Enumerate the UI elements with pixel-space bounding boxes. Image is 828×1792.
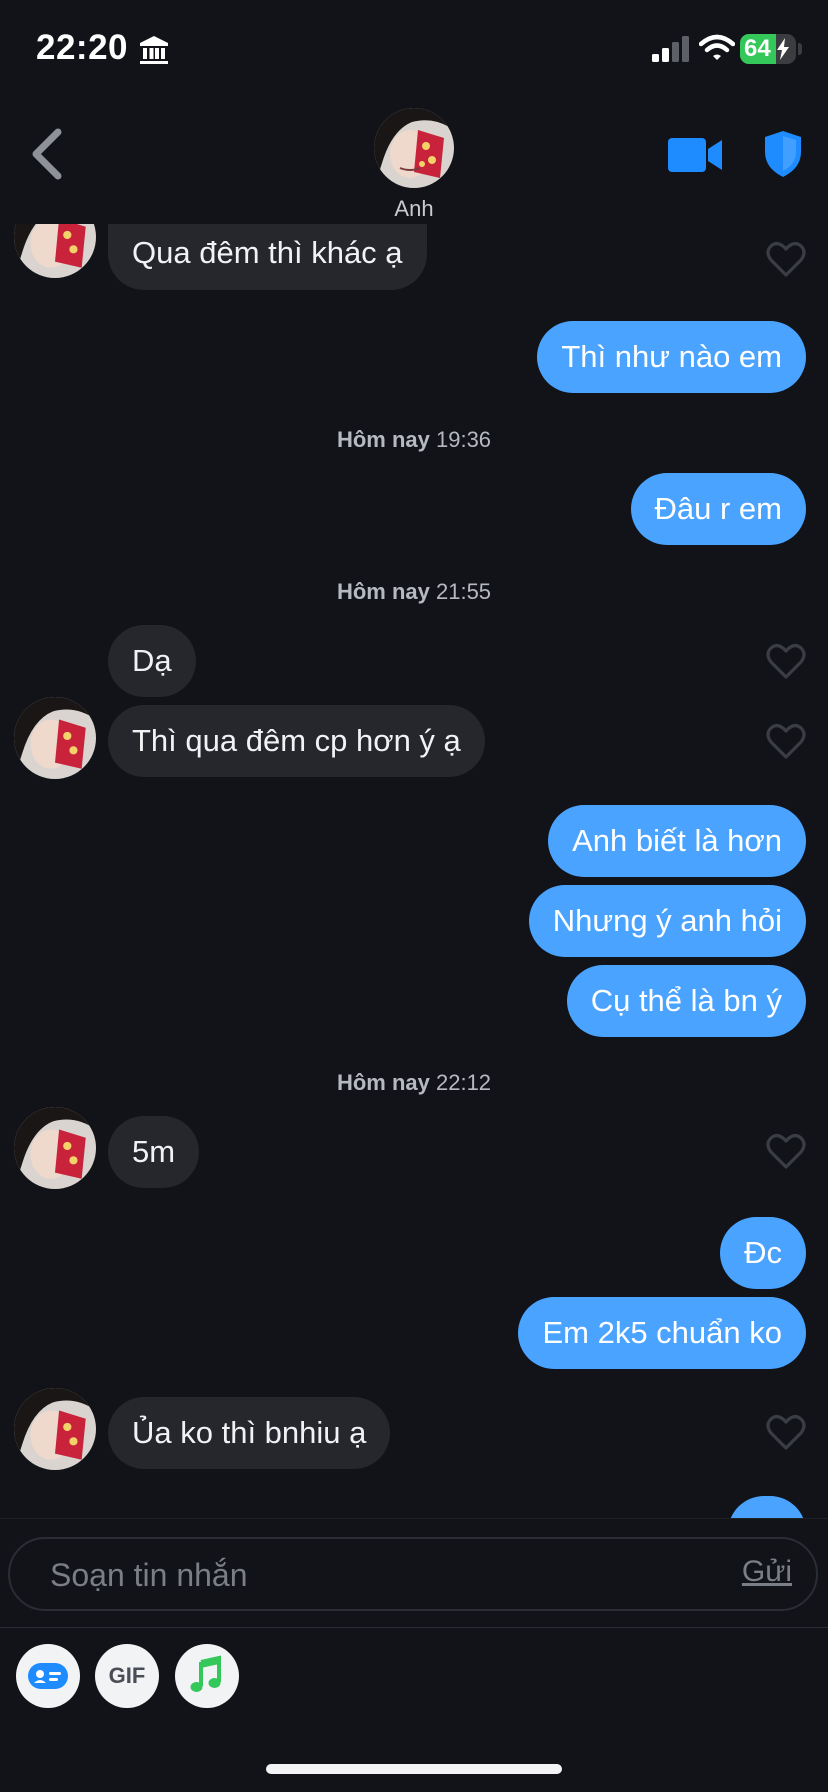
timestamp-divider: Hôm nay 22:12 bbox=[336, 1070, 492, 1095]
message-outgoing-partial[interactable] bbox=[728, 1496, 806, 1518]
message-incoming[interactable]: Qua đêm thì khác ạ bbox=[108, 224, 427, 290]
heart-icon[interactable] bbox=[766, 240, 806, 278]
message-outgoing[interactable]: Cụ thể là bn ý bbox=[566, 965, 806, 1037]
sender-avatar[interactable] bbox=[14, 224, 96, 278]
message-thread[interactable]: Qua đêm thì khác ạ Thì như nào em Hôm na… bbox=[0, 224, 828, 1518]
composer-bar: Gửi bbox=[0, 1518, 828, 1629]
contact-card-icon bbox=[28, 1663, 68, 1689]
status-bar: 22:20 64 bbox=[0, 0, 828, 100]
heart-icon[interactable] bbox=[766, 722, 806, 760]
message-outgoing[interactable]: Anh biết là hơn bbox=[548, 805, 806, 877]
video-camera-icon[interactable] bbox=[668, 136, 724, 174]
message-outgoing[interactable]: Em 2k5 chuẩn ko bbox=[518, 1297, 806, 1369]
home-indicator[interactable] bbox=[266, 1764, 562, 1774]
sender-avatar[interactable] bbox=[14, 1107, 96, 1189]
message-incoming[interactable]: Ủa ko thì bnhiu ạ bbox=[108, 1397, 391, 1469]
message-incoming[interactable]: Thì qua đêm cp hơn ý ạ bbox=[108, 705, 485, 777]
message-outgoing[interactable]: Thì như nào em bbox=[537, 321, 806, 393]
message-input-container: Gửi bbox=[8, 1537, 818, 1611]
message-incoming[interactable]: Dạ bbox=[108, 625, 196, 697]
wifi-icon bbox=[699, 34, 735, 60]
sender-avatar[interactable] bbox=[14, 1388, 96, 1470]
status-time: 22:20 bbox=[36, 28, 129, 67]
toolbar-divider bbox=[0, 1627, 828, 1628]
message-input[interactable] bbox=[48, 1539, 652, 1611]
chat-header: Anh bbox=[0, 100, 828, 224]
charging-bolt-icon bbox=[777, 38, 789, 60]
battery-indicator: 64 bbox=[740, 34, 796, 64]
shield-icon[interactable] bbox=[763, 130, 803, 178]
gif-label: GIF bbox=[108, 1663, 146, 1688]
timestamp-divider: Hôm nay 21:55 bbox=[336, 579, 492, 604]
message-outgoing[interactable]: Đâu r em bbox=[630, 473, 806, 545]
signal-icon bbox=[652, 36, 689, 62]
send-button[interactable]: Gửi bbox=[742, 1555, 792, 1589]
battery-percent: 64 bbox=[744, 35, 771, 62]
sender-avatar[interactable] bbox=[14, 697, 96, 779]
timestamp-divider: Hôm nay 19:36 bbox=[336, 427, 492, 452]
music-note-icon bbox=[190, 1655, 221, 1692]
music-button[interactable] bbox=[175, 1644, 239, 1708]
contact-avatar[interactable] bbox=[374, 108, 454, 188]
message-outgoing[interactable]: Đc bbox=[720, 1217, 806, 1289]
message-outgoing[interactable]: Nhưng ý anh hỏi bbox=[528, 885, 806, 957]
battery-nub bbox=[798, 43, 802, 55]
back-arrow-icon[interactable] bbox=[24, 124, 68, 184]
gif-button[interactable]: GIF bbox=[95, 1644, 159, 1708]
heart-icon[interactable] bbox=[766, 1413, 806, 1451]
contact-name: Anh bbox=[394, 196, 434, 221]
contact-card-button[interactable] bbox=[16, 1644, 80, 1708]
heart-icon[interactable] bbox=[766, 1132, 806, 1170]
heart-icon[interactable] bbox=[766, 642, 806, 680]
bank-icon bbox=[140, 36, 168, 64]
message-incoming[interactable]: 5m bbox=[108, 1116, 200, 1188]
